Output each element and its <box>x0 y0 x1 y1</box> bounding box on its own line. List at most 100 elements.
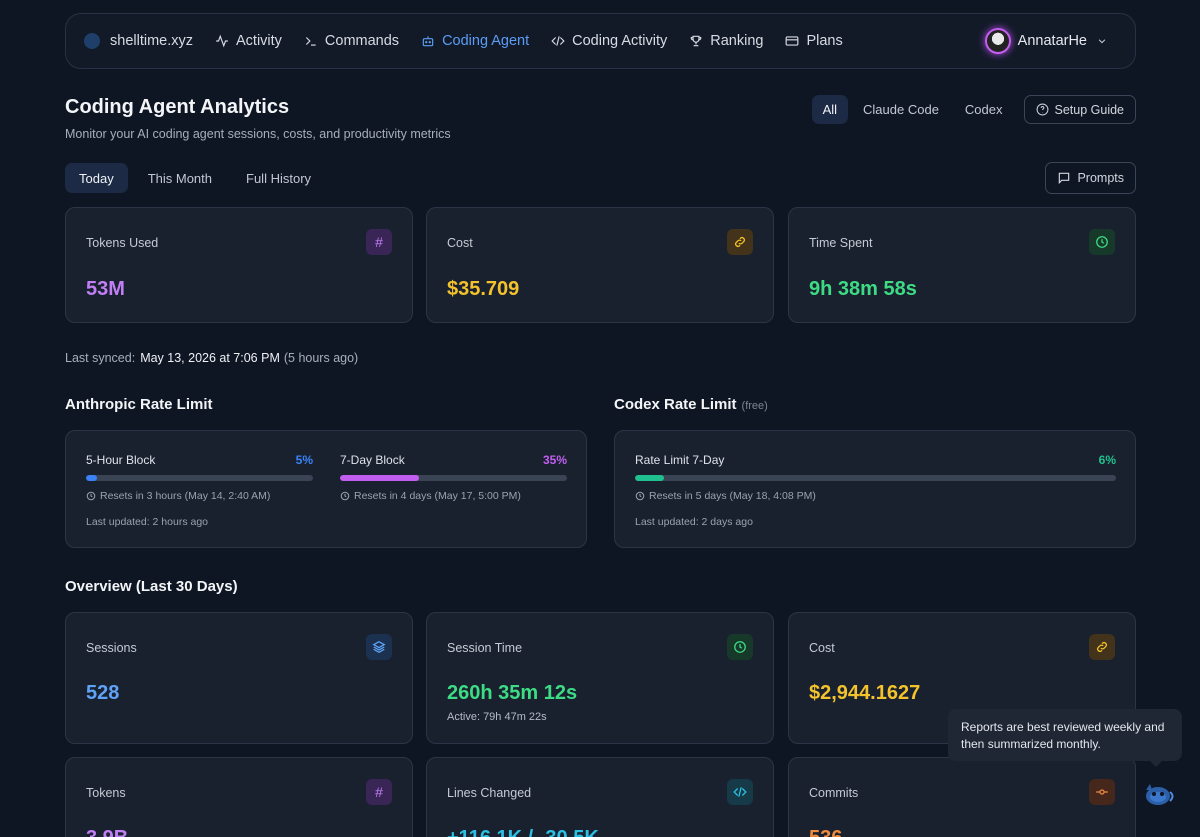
hash-icon: # <box>366 779 392 805</box>
nav-label: Ranking <box>710 33 764 49</box>
code-icon <box>727 779 753 805</box>
card-value: 528 <box>86 682 120 704</box>
codex-rate-limit-card: Rate Limit 7-Day 6% Resets in 5 days (May… <box>614 430 1136 548</box>
card-value: 9h 38m 58s <box>809 278 917 300</box>
card-label: Lines Changed <box>447 786 532 800</box>
rate-block-7d: 7-Day Block 35% Resets in 4 days (May 17,… <box>340 453 567 502</box>
card-session-time: Session Time 260h 35m 12s Active: 79h 47… <box>426 612 774 744</box>
overview-title: Overview (Last 30 Days) <box>65 578 238 595</box>
filter-all[interactable]: All <box>811 95 849 124</box>
brand-label: shelltime.xyz <box>110 33 193 49</box>
mascot-icon[interactable] <box>1142 780 1176 806</box>
tab-today[interactable]: Today <box>65 163 128 193</box>
card-label: Commits <box>809 786 859 800</box>
trophy-icon <box>688 33 704 49</box>
card-value: $2,944.1627 <box>809 682 921 704</box>
prompts-button[interactable]: Prompts <box>1045 162 1136 194</box>
card-commits: Commits 536 <box>788 757 1136 837</box>
hash-icon: # <box>366 229 392 255</box>
rate-block-pct: 5% <box>295 453 313 467</box>
link-icon <box>727 229 753 255</box>
nav-label: Commands <box>324 33 400 49</box>
card-value: 260h 35m 12s <box>447 682 578 704</box>
nav-label: Plans <box>806 33 843 49</box>
card-tokens: Tokens # 3.9B <box>65 757 413 837</box>
progress-fill <box>635 475 664 481</box>
card-tokens-used: Tokens Used # 53M <box>65 207 413 323</box>
reset-text: Resets in 3 hours (May 14, 2:40 AM) <box>100 490 271 502</box>
last-synced: Last synced: May 13, 2026 at 7:06 PM (5 ho… <box>65 351 358 365</box>
progress-bar <box>340 475 567 481</box>
rate-block-label: Rate Limit 7-Day <box>635 453 725 467</box>
rate-block-5h: 5-Hour Block 5% Resets in 3 hours (May 14… <box>86 453 313 502</box>
nav-item-coding-agent[interactable]: Coding Agent <box>420 33 529 49</box>
reset-text: Resets in 4 days (May 17, 5:00 PM) <box>354 490 521 502</box>
codex-plan-tag: (free) <box>741 400 768 412</box>
card-subvalue: Active: 79h 47m 22s <box>447 711 547 723</box>
activity-icon <box>214 33 230 49</box>
card-value: 536 <box>809 827 842 837</box>
anthropic-rate-limit-title: Anthropic Rate Limit <box>65 396 213 413</box>
card-value: 3.9B <box>86 827 128 837</box>
synced-label: Last synced: <box>65 351 136 365</box>
chevron-down-icon <box>1098 39 1106 44</box>
period-tabs: Today This Month Full History <box>65 163 331 193</box>
prompts-label: Prompts <box>1077 171 1124 185</box>
rate-block-pct: 35% <box>542 453 567 467</box>
progress-bar <box>86 475 313 481</box>
codex-rate-limit-title: Codex Rate Limit (free) <box>614 396 768 413</box>
nav-label: Activity <box>236 33 282 49</box>
card-label: Cost <box>447 236 473 250</box>
card-label: Session Time <box>447 641 523 655</box>
codex-title-text: Codex Rate Limit <box>614 396 737 413</box>
tip-bubble: Reports are best reviewed weekly and the… <box>948 709 1182 767</box>
card-value: $35.709 <box>447 278 520 300</box>
last-updated: Last updated: 2 days ago <box>635 516 753 528</box>
layers-icon <box>366 634 392 660</box>
card-label: Sessions <box>86 641 137 655</box>
help-circle-icon <box>1036 103 1049 116</box>
code-icon <box>550 33 566 49</box>
progress-fill <box>86 475 98 481</box>
nav-item-activity[interactable]: Activity <box>214 33 282 49</box>
reset-text: Resets in 5 days (May 18, 4:08 PM) <box>649 490 816 502</box>
nav-brand[interactable]: shelltime.xyz <box>84 33 193 49</box>
nav-item-commands[interactable]: Commands <box>303 33 399 49</box>
rate-block-label: 5-Hour Block <box>86 453 156 467</box>
synced-ago: (5 hours ago) <box>283 351 359 365</box>
card-value: +116.1K / -30.5K <box>447 827 599 837</box>
card-label: Tokens Used <box>86 236 159 250</box>
tab-this-month[interactable]: This Month <box>134 163 226 193</box>
progress-fill <box>340 475 420 481</box>
progress-bar <box>635 475 1116 481</box>
nav-item-coding-activity[interactable]: Coding Activity <box>550 33 667 49</box>
nav-label: Coding Activity <box>572 33 668 49</box>
setup-guide-button[interactable]: Setup Guide <box>1023 95 1136 124</box>
link-icon <box>1089 634 1115 660</box>
clock-icon <box>1089 229 1115 255</box>
clock-icon <box>86 491 96 501</box>
card-cost: Cost $35.709 <box>426 207 774 323</box>
nav-item-plans[interactable]: Plans <box>784 33 843 49</box>
tab-full-history[interactable]: Full History <box>232 163 325 193</box>
rate-block-codex-7d: Rate Limit 7-Day 6% Resets in 5 days (May… <box>635 453 1116 502</box>
anthropic-rate-limit-card: 5-Hour Block 5% Resets in 3 hours (May 14… <box>65 430 587 548</box>
top-nav: shelltime.xyz Activity Commands Coding A… <box>65 13 1136 69</box>
nav-item-ranking[interactable]: Ranking <box>688 33 763 49</box>
agent-filter: All Claude Code Codex Setup Guide <box>808 95 1136 124</box>
setup-guide-label: Setup Guide <box>1054 102 1125 117</box>
clock-icon <box>635 491 645 501</box>
page-title: Coding Agent Analytics <box>65 96 290 118</box>
user-menu[interactable]: AnnatarHe <box>984 28 1107 54</box>
message-icon <box>1057 171 1071 185</box>
card-value: 53M <box>86 278 125 300</box>
rate-block-pct: 6% <box>1098 453 1116 467</box>
git-commit-icon <box>1089 779 1115 805</box>
avatar <box>984 28 1011 54</box>
card-icon <box>784 33 800 49</box>
nav-label: Coding Agent <box>442 33 530 49</box>
filter-claude-code[interactable]: Claude Code <box>852 95 950 124</box>
filter-codex[interactable]: Codex <box>954 95 1014 124</box>
last-updated: Last updated: 2 hours ago <box>86 516 209 528</box>
card-label: Tokens <box>86 786 126 800</box>
